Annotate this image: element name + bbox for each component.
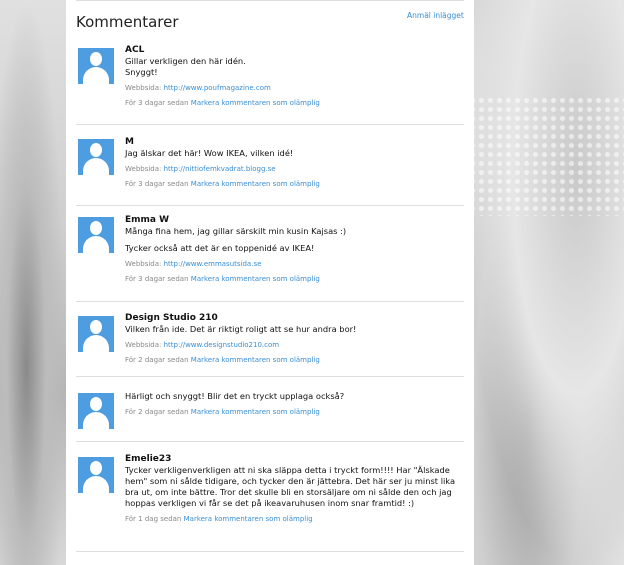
website-label: Webbsida: <box>125 165 162 173</box>
comment-text: Gillar verkligen den här idén. <box>125 56 246 66</box>
avatar-icon <box>78 316 114 352</box>
comment-meta: För 2 dagar sedan Markera kommentaren so… <box>125 355 464 365</box>
flag-comment-link[interactable]: Markera kommentaren som olämplig <box>184 515 313 523</box>
website-link[interactable]: http://www.designstudio210.com <box>164 341 279 349</box>
comment-time: För 3 dagar sedan <box>125 275 189 283</box>
comment-website: Webbsida: http://www.emmasutsida.se <box>125 259 464 269</box>
avatar-icon <box>78 48 114 84</box>
website-link[interactable]: http://www.emmasutsida.se <box>164 260 262 268</box>
website-link[interactable]: http://nittiofemkvadrat.blogg.se <box>164 165 276 173</box>
lace-bowl-decoration <box>468 96 624 216</box>
comment-time: För 1 dag sedan <box>125 515 182 523</box>
flag-comment-link[interactable]: Markera kommentaren som olämplig <box>191 99 320 107</box>
comment-text: Härligt och snyggt! Blir det en tryckt u… <box>125 391 345 401</box>
comment-author: ACL <box>125 45 145 55</box>
flag-comment-link[interactable]: Markera kommentaren som olämplig <box>191 408 320 416</box>
comment-text: Många fina hem, jag gillar särskilt min … <box>125 226 347 236</box>
divider <box>76 124 464 125</box>
flag-comment-link[interactable]: Markera kommentaren som olämplig <box>191 275 320 283</box>
comment-website: Webbsida: http://nittiofemkvadrat.blogg.… <box>125 164 464 174</box>
website-label: Webbsida: <box>125 341 162 349</box>
comment-meta: För 1 dag sedan Markera kommentaren som … <box>125 514 464 524</box>
comment-time: För 3 dagar sedan <box>125 180 189 188</box>
website-label: Webbsida: <box>125 84 162 92</box>
comment-text: Jag älskar det här! Wow IKEA, vilken idé… <box>125 148 294 158</box>
website-label: Webbsida: <box>125 260 162 268</box>
comment-text: Snyggt! <box>125 67 158 77</box>
report-post-link[interactable]: Anmäl inlägget <box>407 11 464 20</box>
comment-meta: För 3 dagar sedan Markera kommentaren so… <box>125 274 464 284</box>
comments-panel: Kommentarer Anmäl inlägget ACL Gillar ve… <box>66 0 474 565</box>
avatar-icon <box>78 393 114 429</box>
comment-author: M <box>125 137 134 147</box>
comment-text: Tycker också att det är en toppenidé av … <box>125 243 315 253</box>
divider <box>76 441 464 442</box>
background-photo-right <box>464 0 624 565</box>
comment-time: För 2 dagar sedan <box>125 356 189 364</box>
comment-author: Emma W <box>125 215 170 225</box>
comment-time: För 3 dagar sedan <box>125 99 189 107</box>
website-link[interactable]: http://www.poufmagazine.com <box>164 84 271 92</box>
comment-website: Webbsida: http://www.poufmagazine.com <box>125 83 464 93</box>
avatar-icon <box>78 217 114 253</box>
comment-website: Webbsida: http://www.designstudio210.com <box>125 340 464 350</box>
divider <box>76 376 464 377</box>
background-photo-left <box>0 0 66 565</box>
comment-text: Tycker verkligenverkligen att ni ska slä… <box>125 465 456 508</box>
comment-meta: För 3 dagar sedan Markera kommentaren so… <box>125 179 464 189</box>
divider <box>76 301 464 302</box>
comment-author: Emelie23 <box>125 454 172 464</box>
divider <box>76 205 464 206</box>
flag-comment-link[interactable]: Markera kommentaren som olämplig <box>191 180 320 188</box>
comment-meta: För 3 dagar sedan Markera kommentaren so… <box>125 98 464 108</box>
comment-time: För 2 dagar sedan <box>125 408 189 416</box>
flag-comment-link[interactable]: Markera kommentaren som olämplig <box>191 356 320 364</box>
divider <box>76 551 464 552</box>
comment-author: Design Studio 210 <box>125 313 218 323</box>
avatar-icon <box>78 457 114 493</box>
avatar-icon <box>78 139 114 175</box>
comment-text: Vilken från ide. Det är riktigt roligt a… <box>125 324 357 334</box>
comment-meta: För 2 dagar sedan Markera kommentaren so… <box>125 407 464 417</box>
comments-heading: Kommentarer <box>76 13 179 31</box>
divider <box>76 0 464 1</box>
